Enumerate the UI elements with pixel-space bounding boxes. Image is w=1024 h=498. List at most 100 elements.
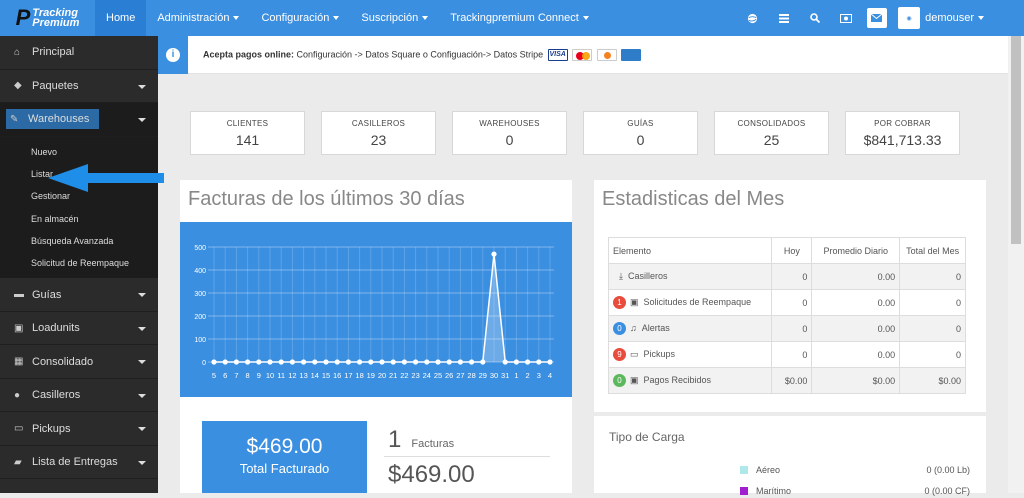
data-point[interactable] bbox=[469, 359, 475, 365]
chevron-down-icon[interactable] bbox=[138, 393, 146, 398]
nav-item-label: Home bbox=[106, 12, 136, 24]
scrollbar-thumb[interactable] bbox=[1011, 36, 1021, 244]
data-point[interactable] bbox=[334, 359, 340, 365]
data-point[interactable] bbox=[413, 359, 419, 365]
nav-item-4[interactable]: Trackingpremium Connect bbox=[439, 0, 600, 36]
data-point[interactable] bbox=[424, 359, 430, 365]
nav-item-label: Administración bbox=[157, 12, 230, 24]
data-point[interactable] bbox=[491, 251, 497, 257]
x-tick-label: 2 bbox=[526, 371, 530, 380]
sidebar-item-2[interactable]: ✎ Warehouses bbox=[0, 103, 158, 137]
data-point[interactable] bbox=[513, 359, 519, 365]
search-icon[interactable] bbox=[799, 0, 830, 36]
total-billed-label: Total Facturado bbox=[239, 461, 330, 476]
chart-background bbox=[180, 222, 572, 397]
nav-item-3[interactable]: Suscripción bbox=[350, 0, 439, 36]
sidebar-item-label: Principal bbox=[32, 46, 75, 59]
user-menu[interactable]: ◉ demouser bbox=[898, 7, 984, 29]
x-tick-label: 20 bbox=[378, 371, 386, 380]
x-tick-label: 3 bbox=[537, 371, 541, 380]
data-point[interactable] bbox=[267, 359, 273, 365]
row-label: Casilleros bbox=[627, 271, 668, 281]
data-point[interactable] bbox=[536, 359, 542, 365]
data-point[interactable] bbox=[233, 359, 239, 365]
chevron-down-icon[interactable] bbox=[138, 360, 146, 365]
row-hoy: 0 bbox=[771, 289, 813, 316]
info-icon: i bbox=[158, 35, 188, 74]
sidebar-item-5[interactable]: ▦ Consolidado bbox=[0, 345, 158, 379]
row-label: Solicitudes de Reempaque bbox=[643, 297, 752, 307]
data-point[interactable] bbox=[211, 359, 217, 365]
data-point[interactable] bbox=[379, 359, 385, 365]
chevron-down-icon[interactable] bbox=[138, 84, 146, 89]
nav-item-1[interactable]: Administración bbox=[146, 0, 250, 36]
data-point[interactable] bbox=[525, 359, 531, 365]
data-point[interactable] bbox=[502, 359, 508, 365]
stat-card-por cobrar[interactable]: POR COBRAR $841,713.33 bbox=[845, 111, 960, 155]
count-badge: 0 bbox=[613, 374, 626, 387]
nav-item-label: Configuración bbox=[261, 12, 330, 24]
x-tick-label: 25 bbox=[434, 371, 442, 380]
data-point[interactable] bbox=[401, 359, 407, 365]
data-point[interactable] bbox=[390, 359, 396, 365]
nav-item-0[interactable]: Home bbox=[95, 0, 147, 36]
data-point[interactable] bbox=[278, 359, 284, 365]
sidebar-item-4[interactable]: ▣ Loadunits bbox=[0, 312, 158, 346]
x-tick-label: 13 bbox=[299, 371, 307, 380]
user-name: demouser bbox=[925, 12, 974, 24]
stat-card-casilleros[interactable]: CASILLEROS 23 bbox=[321, 111, 436, 155]
data-point[interactable] bbox=[289, 359, 295, 365]
bell-icon: ♫ bbox=[630, 323, 637, 333]
x-tick-label: 9 bbox=[257, 371, 261, 380]
y-tick-label: 0 bbox=[202, 360, 206, 367]
data-point[interactable] bbox=[480, 359, 486, 365]
sidebar-item-8[interactable]: ▰ Lista de Entregas bbox=[0, 446, 158, 480]
mail-icon[interactable] bbox=[861, 0, 892, 36]
data-point[interactable] bbox=[435, 359, 441, 365]
monthly-stats-panel: Estadisticas del Mes Elemento Hoy Promedio… bbox=[594, 180, 986, 412]
data-point[interactable] bbox=[222, 359, 228, 365]
table-icon: ▦ bbox=[14, 356, 24, 368]
stat-card-clientes[interactable]: CLIENTES 141 bbox=[190, 111, 305, 155]
chevron-down-icon[interactable] bbox=[138, 118, 146, 122]
submenu-item-0[interactable]: Nuevo bbox=[0, 141, 158, 163]
chevron-down-icon[interactable] bbox=[138, 326, 146, 331]
sidebar-item-1[interactable]: ◆ Paquetes bbox=[0, 70, 158, 103]
page-scrollbar[interactable] bbox=[1008, 36, 1024, 493]
invoices-panel: Facturas de los últimos 30 días 0 100 200 3… bbox=[180, 180, 572, 493]
data-point[interactable] bbox=[547, 359, 553, 365]
data-point[interactable] bbox=[446, 359, 452, 365]
sidebar-item-6[interactable]: ● Casilleros bbox=[0, 379, 158, 413]
data-point[interactable] bbox=[245, 359, 251, 365]
chevron-down-icon[interactable] bbox=[138, 460, 146, 465]
data-point[interactable] bbox=[256, 359, 262, 365]
chevron-down-icon bbox=[582, 16, 589, 20]
table-header-row: Elemento Hoy Promedio Diario Total del Mes bbox=[607, 237, 966, 264]
x-tick-label: 28 bbox=[467, 371, 475, 380]
stat-card-warehouses[interactable]: WAREHOUSES 0 bbox=[452, 111, 567, 155]
nav-item-2[interactable]: Configuración bbox=[250, 0, 350, 36]
globe-icon[interactable] bbox=[737, 0, 768, 36]
chevron-down-icon[interactable] bbox=[138, 293, 146, 298]
data-point[interactable] bbox=[457, 359, 463, 365]
sidebar-item-3[interactable]: ▬ Guías bbox=[0, 278, 158, 312]
data-point[interactable] bbox=[312, 359, 318, 365]
row-total: 0 bbox=[899, 315, 966, 342]
chevron-down-icon[interactable] bbox=[138, 427, 146, 432]
stat-card-consolidados[interactable]: CONSOLIDADOS 25 bbox=[714, 111, 829, 155]
data-point[interactable] bbox=[301, 359, 307, 365]
list-icon[interactable] bbox=[768, 0, 799, 36]
sidebar-item-0[interactable]: ⌂ Principal bbox=[0, 36, 158, 70]
data-point[interactable] bbox=[323, 359, 329, 365]
submenu-item-5[interactable]: Solicitud de Reempaque bbox=[0, 252, 158, 274]
stat-card-guías[interactable]: GUÍAS 0 bbox=[583, 111, 698, 155]
data-point[interactable] bbox=[368, 359, 374, 365]
table-row: 9 ▭ Pickups 0 0.00 0 bbox=[607, 341, 966, 368]
data-point[interactable] bbox=[345, 359, 351, 365]
brand-logo[interactable]: P Tracking Premium bbox=[0, 0, 95, 36]
submenu-item-3[interactable]: En almacén bbox=[0, 207, 158, 229]
money-icon[interactable] bbox=[830, 0, 861, 36]
submenu-item-4[interactable]: Búsqueda Avanzada bbox=[0, 230, 158, 252]
sidebar-item-7[interactable]: ▭ Pickups bbox=[0, 412, 158, 446]
data-point[interactable] bbox=[357, 359, 363, 365]
